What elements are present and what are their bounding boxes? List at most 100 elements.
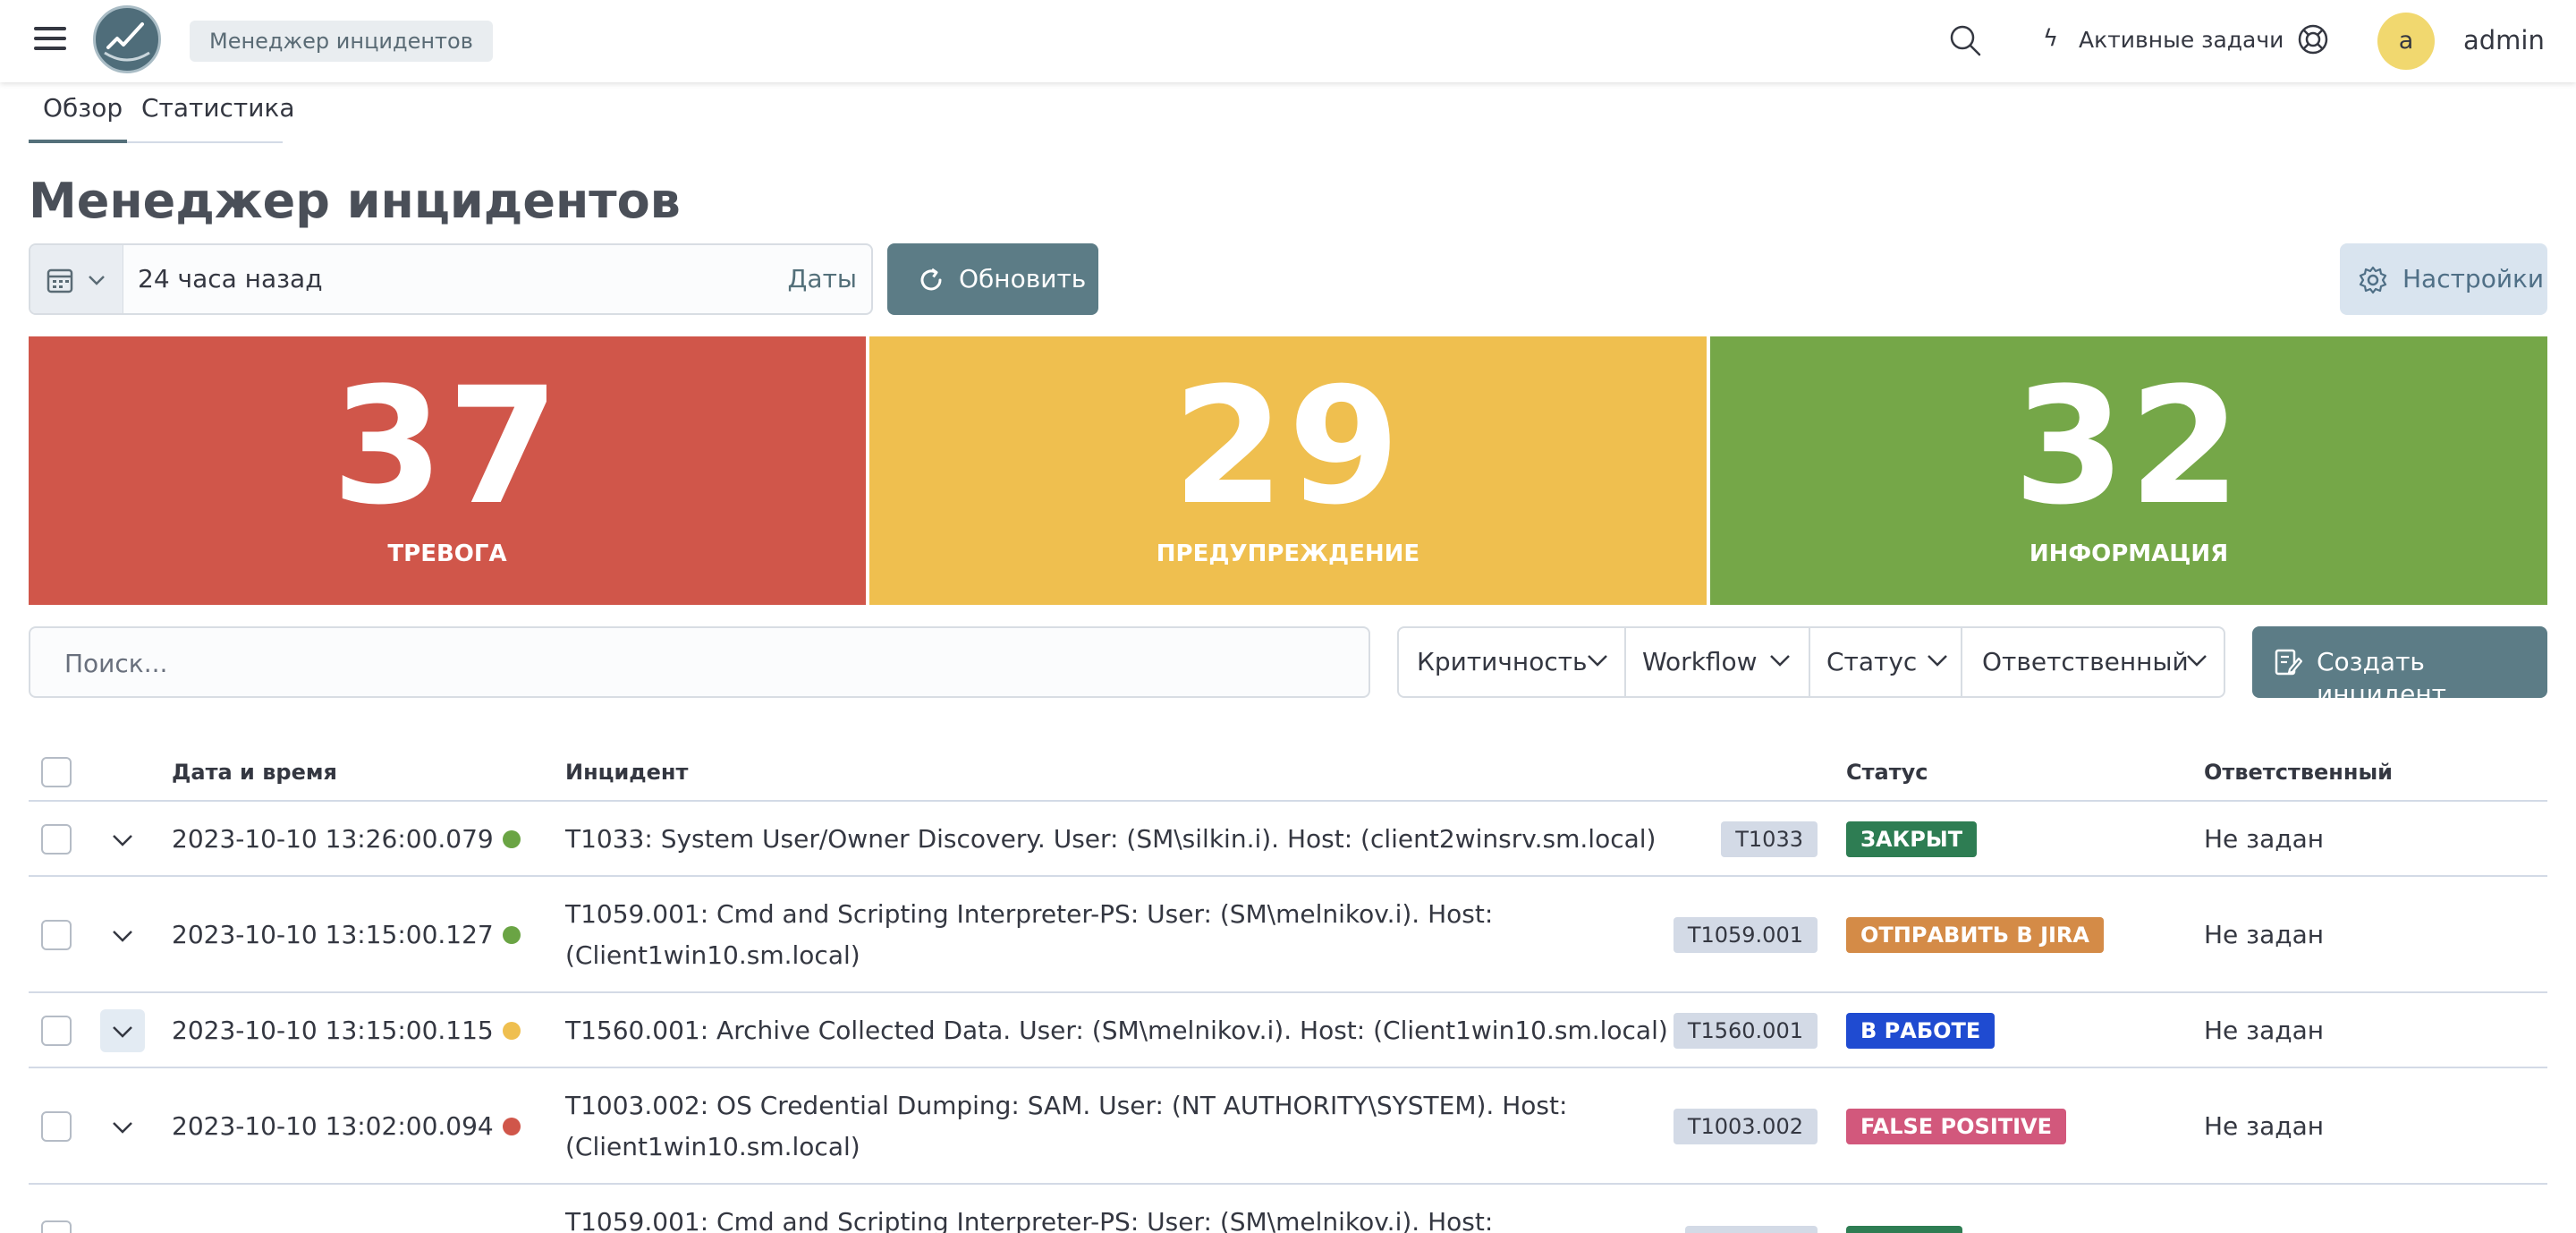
calendar-icon	[47, 268, 73, 293]
refresh-button-label: Обновить	[959, 264, 1087, 293]
incident-owner: Не задан	[2204, 824, 2325, 854]
avatar[interactable]: a	[2377, 13, 2435, 70]
create-incident-label: Создать инцидент	[2317, 647, 2446, 709]
chevron-down-icon	[1770, 655, 1790, 667]
col-owner[interactable]: Ответственный	[2204, 759, 2393, 786]
filter-status-label: Статус	[1826, 647, 1918, 676]
row-checkbox[interactable]	[41, 1220, 72, 1233]
table-header: Дата и время Инцидент Статус Ответственн…	[29, 743, 2547, 802]
technique-tag: T1560.001	[1673, 1013, 1818, 1049]
row-expand-button[interactable]	[100, 818, 145, 861]
severity-dot	[503, 1022, 521, 1040]
table-row[interactable]: 2023-10-10 13:02:00.094 T1003.002: OS Cr…	[29, 1068, 2547, 1185]
incident-title[interactable]: T1059.001: Cmd and Scripting Interpreter…	[565, 1202, 1674, 1233]
breadcrumb[interactable]: Менеджер инцидентов	[190, 21, 493, 62]
incident-datetime: 2023-10-10 13:15:00.115	[172, 1016, 494, 1045]
severity-dot	[503, 830, 521, 848]
row-expand-button[interactable]	[100, 1009, 145, 1052]
stat-tile-info[interactable]: 32 ИНФОРМАЦИЯ	[1710, 336, 2547, 605]
table-row[interactable]: T1059.001: Cmd and Scripting Interpreter…	[29, 1185, 2547, 1233]
select-all-checkbox[interactable]	[41, 757, 72, 787]
incident-datetime: 2023-10-10 13:15:00.127	[172, 920, 494, 949]
chevron-down-icon	[1588, 655, 1607, 667]
search-icon[interactable]	[1948, 23, 1982, 57]
row-expand-button[interactable]	[100, 914, 145, 957]
gear-icon	[2359, 266, 2387, 294]
top-header: Менеджер инцидентов ϟ Активные задачи a …	[0, 0, 2576, 82]
chevron-down-icon	[113, 1026, 132, 1038]
technique-tag: T1059.001	[1673, 917, 1818, 953]
settings-button[interactable]: Настройки	[2340, 243, 2547, 315]
alert-count: 37	[331, 353, 564, 540]
incident-title[interactable]: T1033: System User/Owner Discovery. User…	[565, 819, 1674, 860]
incident-title[interactable]: T1560.001: Archive Collected Data. User:…	[565, 1010, 1674, 1051]
filter-severity[interactable]: Критичность	[1399, 628, 1626, 696]
col-status[interactable]: Статус	[1846, 759, 1928, 786]
table-row[interactable]: 2023-10-10 13:15:00.115 T1560.001: Archi…	[29, 993, 2547, 1068]
col-datetime[interactable]: Дата и время	[172, 759, 337, 786]
filter-workflow[interactable]: Workflow	[1626, 628, 1810, 696]
incident-title[interactable]: T1059.001: Cmd and Scripting Interpreter…	[565, 894, 1674, 935]
row-checkbox[interactable]	[41, 824, 72, 855]
search-box	[29, 626, 1370, 698]
filter-status[interactable]: Статус	[1810, 628, 1962, 696]
tab-overview[interactable]: Обзор	[29, 88, 127, 143]
incident-owner: Не задан	[2204, 1016, 2325, 1045]
stat-tile-warning[interactable]: 29 ПРЕДУПРЕЖДЕНИЕ	[869, 336, 1707, 605]
info-count: 32	[2012, 353, 2245, 540]
filter-workflow-label: Workflow	[1642, 647, 1758, 676]
status-badge[interactable]: ЗАКРЫТ	[1846, 821, 1978, 857]
filter-group: Критичность Workflow Статус Ответственны…	[1397, 626, 2225, 698]
stat-tile-alert[interactable]: 37 ТРЕВОГА	[29, 336, 866, 605]
status-badge[interactable]: FALSE POSITIVE	[1846, 1109, 2067, 1144]
warning-label: ПРЕДУПРЕЖДЕНИЕ	[1156, 540, 1420, 567]
incident-owner: Не задан	[2204, 920, 2325, 949]
table-row[interactable]: 2023-10-10 13:15:00.127 T1059.001: Cmd a…	[29, 877, 2547, 993]
date-range-value[interactable]: 24 часа назад	[138, 263, 323, 295]
help-icon[interactable]	[2297, 23, 2329, 55]
filter-owner[interactable]: Ответственный	[1962, 628, 2224, 696]
info-label: ИНФОРМАЦИЯ	[2029, 540, 2229, 567]
create-document-icon	[2275, 649, 2302, 676]
row-checkbox[interactable]	[41, 920, 72, 950]
chevron-down-icon	[89, 276, 105, 285]
username[interactable]: admin	[2463, 23, 2545, 57]
logo-icon[interactable]	[93, 5, 161, 73]
incident-title[interactable]: T1003.002: OS Credential Dumping: SAM. U…	[565, 1085, 1674, 1127]
table-row[interactable]: 2023-10-10 13:26:00.079 T1033: System Us…	[29, 802, 2547, 877]
filter-owner-label: Ответственный	[1982, 647, 2189, 676]
status-badge[interactable]	[1846, 1226, 1962, 1233]
chevron-down-icon	[113, 931, 132, 942]
warning-count: 29	[1172, 353, 1404, 540]
menu-icon[interactable]	[34, 27, 66, 54]
technique-tag: T1003.002	[1673, 1109, 1818, 1144]
chevron-down-icon	[2187, 655, 2207, 667]
status-badge[interactable]: ОТПРАВИТЬ В JIRA	[1846, 917, 2104, 953]
dates-link[interactable]: Даты	[788, 263, 857, 295]
severity-dot	[503, 1118, 521, 1135]
date-picker: 24 часа назад Даты	[29, 243, 873, 315]
create-incident-button[interactable]: Создать инцидент	[2252, 626, 2547, 709]
refresh-button[interactable]: Обновить	[887, 243, 1098, 315]
col-incident[interactable]: Инцидент	[565, 759, 688, 786]
technique-tag	[1685, 1226, 1818, 1233]
tab-statistics[interactable]: Статистика	[141, 88, 295, 143]
row-checkbox[interactable]	[41, 1111, 72, 1142]
bolt-icon: ϟ	[2043, 25, 2059, 52]
incident-title-host[interactable]: (Client1win10.sm.local)	[565, 1127, 1674, 1168]
page-title: Менеджер инцидентов	[29, 173, 681, 229]
tabs: Обзор Статистика	[29, 88, 295, 143]
chevron-down-icon	[1928, 655, 1947, 667]
incident-owner: Не задан	[2204, 1111, 2325, 1141]
incident-title-host[interactable]: (Client1win10.sm.local)	[565, 935, 1674, 976]
incident-datetime: 2023-10-10 13:02:00.094	[172, 1111, 494, 1141]
search-input[interactable]	[64, 646, 1317, 680]
row-expand-button[interactable]	[100, 1105, 145, 1148]
active-tasks-link[interactable]: Активные задачи	[2079, 25, 2284, 55]
settings-button-label: Настройки	[2402, 264, 2545, 293]
refresh-icon	[920, 268, 942, 291]
chevron-down-icon	[113, 835, 132, 846]
row-checkbox[interactable]	[41, 1016, 72, 1046]
date-quick-select-button[interactable]	[30, 245, 123, 313]
status-badge[interactable]: В РАБОТЕ	[1846, 1013, 1996, 1049]
